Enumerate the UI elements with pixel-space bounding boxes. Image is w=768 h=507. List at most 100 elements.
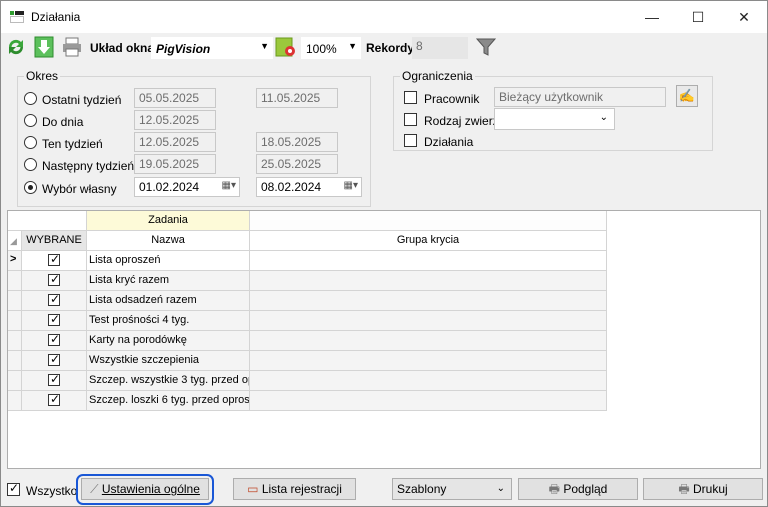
row-checkbox[interactable] [48,292,60,306]
print-label: Drukuj [692,482,728,496]
main-window: Działania — ☐ ✕ Układ okna PigVision ▼ 1… [0,0,768,507]
date-to: 18.05.2025 [256,132,338,152]
row-select-cell[interactable] [22,371,87,391]
close-button[interactable]: ✕ [721,1,767,33]
calendar-icon[interactable]: ▦▾ [344,180,358,191]
row-group-cell[interactable] [250,331,607,351]
grid-corner [8,211,87,231]
row-group-cell[interactable] [250,351,607,371]
row-header[interactable] [8,271,22,291]
row-select-cell[interactable] [22,311,87,331]
row-name-cell[interactable]: Test prośności 4 tyg. [87,311,250,331]
row-group-cell[interactable] [250,391,607,411]
row-name-cell[interactable]: Szczep. loszki 6 tyg. przed oprosz [87,391,250,411]
date-to: 25.05.2025 [256,154,338,174]
minimize-button[interactable]: — [629,1,675,33]
templates-select[interactable]: Szablony ⌄ [392,478,512,500]
worker-checkbox[interactable] [404,91,417,104]
date-from: 12.05.2025 [134,110,216,130]
row-header[interactable] [8,391,22,411]
registration-list-button[interactable]: ▭ Lista rejestracji [233,478,356,500]
actions-checkbox[interactable] [404,134,417,147]
row-name-cell[interactable]: Lista odsadzeń razem [87,291,250,311]
zoom-select[interactable]: 100% ▼ [301,37,361,59]
date-value: 01.02.2024 [139,180,200,194]
radio-this-week[interactable] [24,136,37,149]
filter-icon[interactable] [475,36,497,58]
preview-button[interactable]: 🖶 Podgląd [518,478,638,500]
row-header[interactable] [8,331,22,351]
row-name-cell[interactable]: Lista kryć razem [87,271,250,291]
printer-icon[interactable] [61,36,83,58]
actions-label: Działania [424,135,474,149]
row-header[interactable] [8,311,22,331]
radio-custom[interactable] [24,181,37,194]
radio-label: Do dnia [42,115,84,129]
row-header[interactable] [8,371,22,391]
row-select-cell[interactable] [22,251,87,271]
row-name-cell[interactable]: Wszystkie szczepienia [87,351,250,371]
radio-next-week[interactable] [24,158,37,171]
row-select-cell[interactable] [22,351,87,371]
row-header[interactable] [8,291,22,311]
row-select-cell[interactable] [22,271,87,291]
radio-label: Ostatni tydzień [42,93,122,107]
radio-until-day[interactable] [24,114,37,127]
date-value: 08.02.2024 [261,180,322,194]
radio-last-week[interactable] [24,92,37,105]
custom-date-from[interactable]: 01.02.2024 ▦▾ [134,177,240,197]
row-select-cell[interactable] [22,291,87,311]
group-header-empty [250,211,607,231]
date-from: 05.05.2025 [134,88,216,108]
chevron-down-icon: ⌄ [599,112,608,123]
chevron-down-icon: ▼ [260,41,269,51]
animal-type-select[interactable]: ⌄ [494,108,615,130]
maximize-button[interactable]: ☐ [675,1,721,33]
animal-type-checkbox[interactable] [404,113,417,126]
layout-settings-icon[interactable] [275,36,297,58]
layout-label: Układ okna [90,41,155,55]
radio-label: Wybór własny [42,182,117,196]
layout-select[interactable]: PigVision ▼ [151,37,273,59]
general-settings-button[interactable]: ⟋ Ustawienia ogólne [81,478,209,500]
column-header-name[interactable]: Nazwa [87,231,250,251]
records-label: Rekordy [366,41,415,55]
row-select-cell[interactable] [22,331,87,351]
row-checkbox[interactable] [48,252,60,266]
refresh-icon[interactable] [5,36,27,58]
row-header-corner-icon: ◢ [8,231,22,251]
select-all-checkbox[interactable] [7,481,20,496]
calendar-icon[interactable]: ▦▾ [222,180,236,191]
row-checkbox[interactable] [48,272,60,286]
row-group-cell[interactable] [250,271,607,291]
chevron-down-icon: ⌄ [496,483,505,494]
layout-value: PigVision [156,42,211,56]
row-checkbox[interactable] [48,332,60,346]
export-icon[interactable] [33,36,55,58]
zoom-value: 100% [306,42,337,56]
title-bar: Działania — ☐ ✕ [1,1,767,33]
row-name-cell[interactable]: Karty na porodówkę [87,331,250,351]
templates-label: Szablony [397,482,447,496]
records-count: 8 [412,37,468,59]
row-name-cell[interactable]: Lista oproszeń [87,251,250,271]
row-group-cell[interactable] [250,251,607,271]
row-name-cell[interactable]: Szczep. wszystkie 3 tyg. przed op [87,371,250,391]
row-header[interactable] [8,351,22,371]
row-checkbox[interactable] [48,372,60,386]
row-group-cell[interactable] [250,371,607,391]
pick-user-icon[interactable]: ✍ [676,85,698,107]
row-group-cell[interactable] [250,291,607,311]
custom-date-to[interactable]: 08.02.2024 ▦▾ [256,177,362,197]
date-to: 11.05.2025 [256,88,338,108]
current-row-indicator[interactable]: > [8,251,22,271]
tasks-grid: Zadania ◢ WYBRANE Nazwa Grupa krycia > Li… [7,210,761,469]
print-button[interactable]: 🖶 Drukuj [643,478,763,500]
row-checkbox[interactable] [48,392,60,406]
row-select-cell[interactable] [22,391,87,411]
row-group-cell[interactable] [250,311,607,331]
row-checkbox[interactable] [48,312,60,326]
row-checkbox[interactable] [48,352,60,366]
column-header-group[interactable]: Grupa krycia [250,231,607,251]
column-header-selected[interactable]: WYBRANE [22,231,87,251]
